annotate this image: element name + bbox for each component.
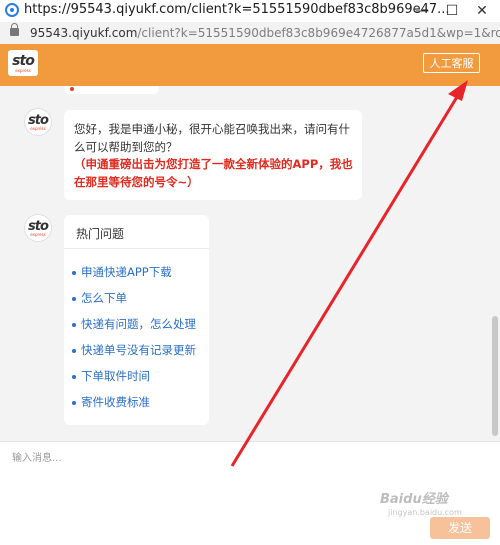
send-button[interactable]: 发送 bbox=[430, 517, 490, 539]
avatar: sto express bbox=[24, 108, 52, 136]
divider bbox=[64, 248, 209, 249]
message-scrollbar[interactable] bbox=[490, 86, 500, 441]
bullet-icon bbox=[72, 374, 76, 379]
faq-link-label: 快递有问题，怎么处理 bbox=[81, 317, 196, 331]
watermark-sub: jingyan.baidu.com bbox=[388, 508, 462, 517]
sto-logo: sto express bbox=[8, 50, 38, 76]
bullet-icon bbox=[72, 400, 76, 405]
bullet-icon bbox=[70, 87, 74, 91]
bullet-icon bbox=[72, 296, 76, 301]
watermark: Baidu经验 bbox=[380, 492, 448, 507]
close-button[interactable]: ✕ bbox=[468, 0, 496, 22]
avatar-sub: express bbox=[30, 126, 46, 131]
message-list: sto express 您好，我是申通小秘，很开心能召唤我出来，请问有什么可以帮… bbox=[0, 86, 490, 441]
human-service-button[interactable]: 人工客服 bbox=[423, 53, 480, 73]
avatar: sto express bbox=[24, 214, 52, 242]
browser-icon bbox=[5, 3, 19, 17]
faq-link-label: 快递单号没有记录更新 bbox=[81, 343, 196, 357]
faq-link-label: 下单取件时间 bbox=[81, 369, 150, 383]
browser-title-bar: https://95543.qiyukf.com/client?k=515515… bbox=[0, 0, 500, 23]
faq-link-label: 申通快递APP下载 bbox=[81, 265, 172, 279]
faq-link-tracking-not-updated[interactable]: 快递单号没有记录更新 bbox=[72, 342, 196, 358]
address-path: /client?k=51551590dbef83c8b969e4726877a5… bbox=[137, 26, 500, 40]
bullet-icon bbox=[72, 270, 76, 275]
faq-link-app-download[interactable]: 申通快递APP下载 bbox=[72, 264, 172, 280]
bullet-icon bbox=[72, 348, 76, 353]
promo-text: （申通重磅出击为您打造了一款全新体验的APP，我也在那里等待您的号令~） bbox=[74, 157, 353, 189]
faq-message-bubble: 热门问题 申通快递APP下载 怎么下单 快递有问题，怎么处理 快递单号没有记录更… bbox=[64, 215, 209, 425]
faq-link-how-to-order[interactable]: 怎么下单 bbox=[72, 290, 127, 306]
faq-link-label: 寄件收费标准 bbox=[81, 395, 150, 409]
logo-sub: express bbox=[15, 68, 31, 73]
address-url[interactable]: 95543.qiyukf.com/client?k=51551590dbef83… bbox=[30, 26, 500, 40]
previous-message-bubble bbox=[64, 86, 159, 94]
greeting-message-bubble: 您好，我是申通小秘，很开心能召唤我出来，请问有什么可以帮助到您的？ （申通重磅出… bbox=[64, 110, 362, 200]
window-title: https://95543.qiyukf.com/client?k=515515… bbox=[24, 2, 450, 17]
faq-link-label: 怎么下单 bbox=[81, 291, 127, 305]
lock-icon bbox=[10, 23, 19, 36]
maximize-button[interactable]: ☐ bbox=[438, 0, 466, 22]
minimize-button[interactable]: — bbox=[408, 0, 436, 22]
scrollbar-thumb[interactable] bbox=[492, 316, 498, 436]
faq-title: 热门问题 bbox=[76, 227, 125, 241]
address-host: 95543.qiyukf.com bbox=[30, 26, 138, 40]
address-bar[interactable]: 95543.qiyukf.com/client?k=51551590dbef83… bbox=[0, 22, 500, 45]
bullet-icon bbox=[72, 322, 76, 327]
faq-link-pickup-time[interactable]: 下单取件时间 bbox=[72, 368, 150, 384]
faq-link-delivery-problem[interactable]: 快递有问题，怎么处理 bbox=[72, 316, 196, 332]
faq-link-shipping-fees[interactable]: 寄件收费标准 bbox=[72, 394, 150, 410]
greeting-text: 您好，我是申通小秘，很开心能召唤我出来，请问有什么可以帮助到您的？ bbox=[74, 122, 350, 154]
avatar-sub: express bbox=[30, 232, 46, 237]
logo-text: sto bbox=[12, 53, 35, 69]
